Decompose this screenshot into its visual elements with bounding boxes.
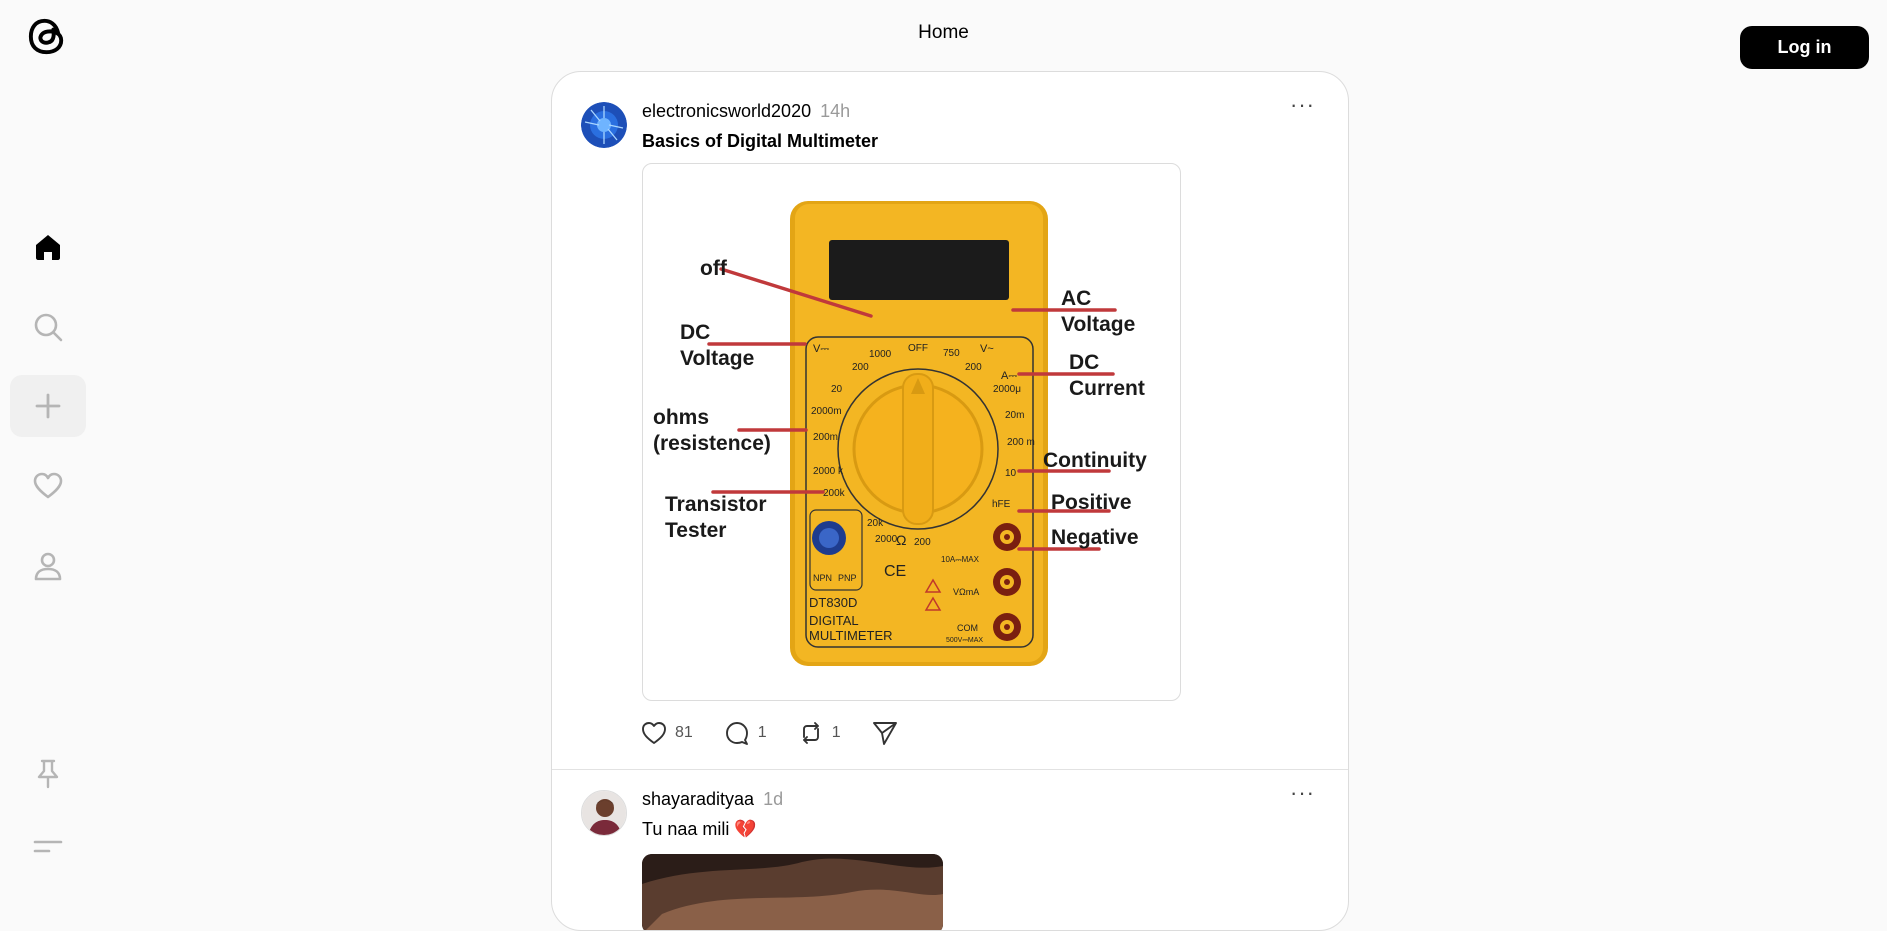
label-resistence: (resistence) <box>653 432 771 455</box>
avatar[interactable] <box>581 790 627 836</box>
dial-750: 750 <box>943 348 960 359</box>
label-continuity: Continuity <box>1043 449 1147 472</box>
dial-200ma: 200 m <box>1007 437 1035 448</box>
dial-200: 200 <box>852 362 869 373</box>
heart-icon <box>642 722 666 744</box>
label-dc-voltage-2: Voltage <box>680 347 754 370</box>
menu-icon <box>33 840 63 853</box>
dial-2000u: 2000μ <box>993 384 1021 395</box>
post-image[interactable]: V⎓ V~ A⎓ OFF 1000 200 20 2000m 200m 2000… <box>642 163 1181 701</box>
like-count: 81 <box>675 724 693 741</box>
dial-500v-max: 500V⎓MAX <box>946 637 983 644</box>
reply-button[interactable]: 1 <box>723 719 767 747</box>
dial-r200: 200 <box>914 537 931 548</box>
send-icon <box>872 722 897 745</box>
post-image[interactable] <box>642 854 943 930</box>
sidebar-item-pinned[interactable] <box>10 742 86 804</box>
dial-10: 10 <box>1005 468 1017 479</box>
sidebar <box>10 0 86 900</box>
dial-model: DT830D <box>809 595 857 610</box>
page-title: Home <box>918 22 969 43</box>
label-ac: AC <box>1061 287 1091 310</box>
dial-20m: 20m <box>1005 410 1024 421</box>
dial-vac: V~ <box>980 343 994 355</box>
repost-button[interactable]: 1 <box>797 719 841 747</box>
label-current: Current <box>1069 377 1145 400</box>
dial-omega: Ω <box>896 532 906 548</box>
plus-icon <box>35 393 61 419</box>
like-button[interactable]: 81 <box>640 719 693 747</box>
post: electronicsworld2020 14h ··· Basics of Di… <box>552 72 1348 770</box>
avatar[interactable] <box>581 102 627 148</box>
dial-multimeter: MULTIMETER <box>809 628 893 643</box>
more-options-button[interactable]: ··· <box>1290 92 1315 118</box>
dial-ce: CE <box>884 563 906 580</box>
label-dc: DC <box>1069 351 1099 374</box>
dial-20k: 20k <box>867 518 884 529</box>
dial-pnp: PNP <box>838 573 857 583</box>
label-ohms: ohms <box>653 406 709 429</box>
dial-vdc: V⎓ <box>813 343 829 355</box>
sidebar-item-create[interactable] <box>10 375 86 437</box>
label-off: off <box>700 257 728 280</box>
dial-npn: NPN <box>813 573 832 583</box>
share-button[interactable] <box>871 719 899 747</box>
dial-200k: 200k <box>823 488 846 499</box>
post-text: Basics of Digital Multimeter <box>642 131 879 151</box>
repost-icon <box>802 722 819 744</box>
dial-2000m: 2000m <box>811 406 842 417</box>
reply-count: 1 <box>757 724 767 741</box>
label-transistor: Transistor <box>665 493 767 516</box>
post-actions: 81 1 1 <box>640 719 899 747</box>
username-text[interactable]: shayaradityaa <box>642 789 754 809</box>
repost-count: 1 <box>831 724 841 741</box>
dial-20: 20 <box>831 384 843 395</box>
user-icon <box>34 552 62 581</box>
sidebar-item-menu[interactable] <box>10 815 86 877</box>
dial-off: OFF <box>908 343 928 354</box>
post-username[interactable]: electronicsworld2020 14h <box>642 101 850 122</box>
more-options-button[interactable]: ··· <box>1290 780 1315 806</box>
dial-amp: A⎓ <box>1001 370 1017 382</box>
label-positive: Positive <box>1051 491 1132 514</box>
dial-vma: VΩmA <box>953 587 979 597</box>
dial-2000k: 2000 k <box>813 466 844 477</box>
multimeter-diagram: V⎓ V~ A⎓ OFF 1000 200 20 2000m 200m 2000… <box>653 201 1147 666</box>
sidebar-item-activity[interactable] <box>10 455 86 517</box>
sidebar-item-home[interactable] <box>10 216 86 278</box>
heart-icon <box>33 472 63 499</box>
home-icon <box>36 235 60 260</box>
dial-hfe: hFE <box>992 499 1011 510</box>
label-ac-voltage: Voltage <box>1061 313 1135 336</box>
dial-1000: 1000 <box>869 349 892 360</box>
dial-2000: 2000 <box>875 534 898 545</box>
search-icon <box>34 313 63 342</box>
sidebar-item-profile[interactable] <box>10 535 86 597</box>
pin-icon <box>37 759 59 789</box>
post-text: Tu naa mili 💔 <box>642 819 757 839</box>
sidebar-item-search[interactable] <box>10 296 86 358</box>
label-dc-voltage-1: DC <box>680 321 710 344</box>
post-time: 14h <box>820 101 851 121</box>
comment-icon <box>725 722 748 745</box>
post-username[interactable]: shayaradityaa 1d <box>642 789 783 810</box>
dial-ac200: 200 <box>965 362 982 373</box>
label-negative: Negative <box>1051 526 1139 549</box>
feed: electronicsworld2020 14h ··· Basics of Di… <box>551 71 1349 931</box>
dial-digital: DIGITAL <box>809 613 859 628</box>
dial-200m: 200m <box>813 432 838 443</box>
dial-com: COM <box>957 623 978 633</box>
post-time: 1d <box>763 789 784 809</box>
login-button[interactable]: Log in <box>1740 26 1869 69</box>
label-tester: Tester <box>665 519 726 542</box>
dial-10a-max: 10A⎓MAX <box>941 555 980 564</box>
username-text[interactable]: electronicsworld2020 <box>642 101 811 121</box>
